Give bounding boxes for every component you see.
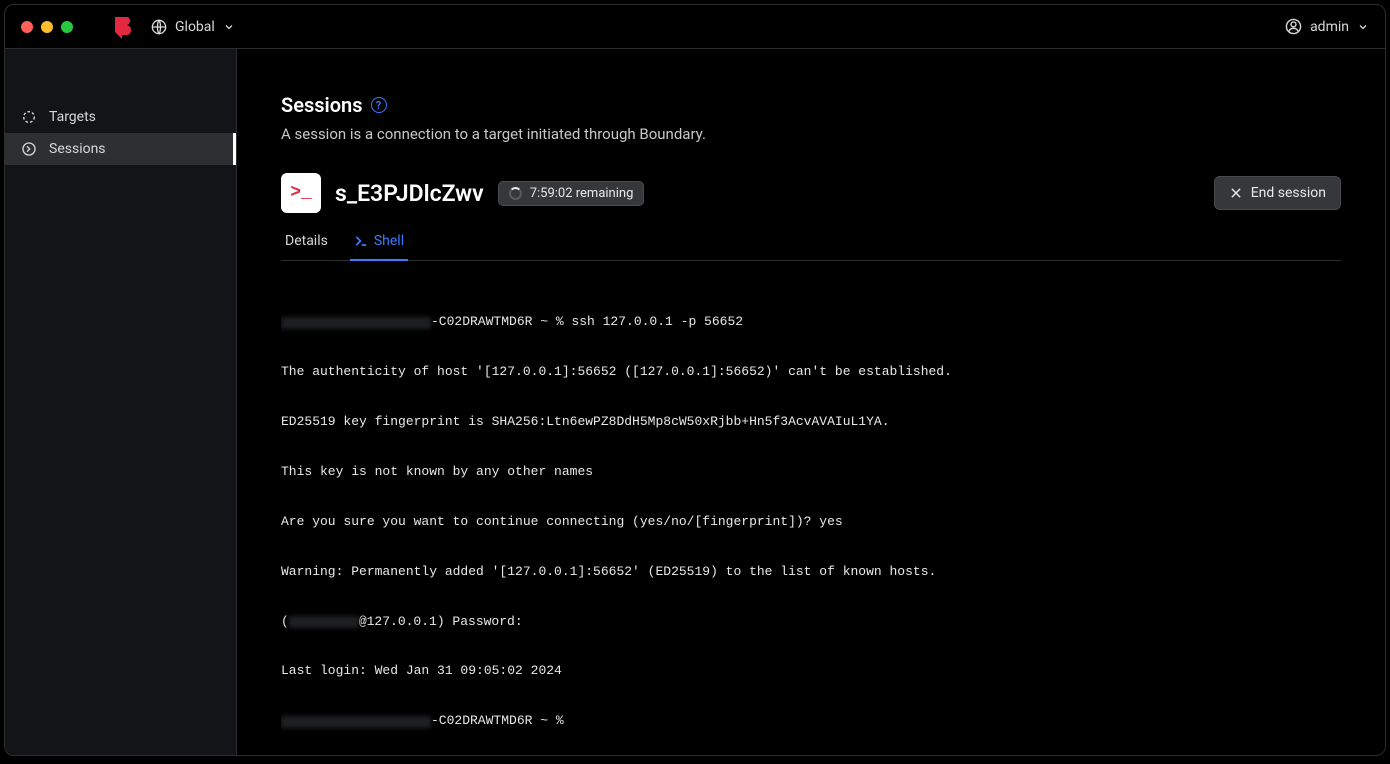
page-subtitle: A session is a connection to a target in… — [281, 125, 1341, 143]
sidebar-item-label: Targets — [49, 109, 96, 125]
terminal-line: -C02DRAWTMD6R ~ % — [281, 713, 1341, 730]
maximize-window-button[interactable] — [61, 21, 73, 33]
titlebar-left: Global — [21, 15, 235, 39]
scope-selector[interactable]: Global — [151, 19, 235, 35]
user-menu[interactable]: admin — [1285, 18, 1369, 35]
sidebar: Targets Sessions — [5, 49, 237, 755]
terminal-line: (@127.0.0.1) Password: — [281, 614, 1341, 631]
session-id: s_E3PJDlcZwv — [335, 180, 484, 207]
user-label: admin — [1310, 19, 1349, 35]
titlebar: Global admin — [5, 5, 1385, 49]
app-body: Targets Sessions Sessions ? A session is… — [5, 49, 1385, 755]
tab-label: Shell — [374, 233, 404, 249]
terminal-line: Are you sure you want to continue connec… — [281, 514, 1341, 531]
user-icon — [1285, 18, 1302, 35]
boundary-logo — [113, 15, 133, 39]
spinner-icon — [509, 187, 522, 200]
session-header: >_ s_E3PJDlcZwv 7:59:02 remaining End se… — [281, 173, 1341, 213]
redacted-text — [281, 317, 431, 329]
terminal-line: -C02DRAWTMD6R ~ % ssh 127.0.0.1 -p 56652 — [281, 314, 1341, 331]
redacted-text — [281, 716, 431, 728]
session-header-left: >_ s_E3PJDlcZwv 7:59:02 remaining — [281, 173, 644, 213]
tab-details[interactable]: Details — [281, 227, 332, 261]
scope-label: Global — [175, 19, 215, 35]
page-title-row: Sessions ? — [281, 93, 1341, 117]
tab-shell[interactable]: Shell — [350, 227, 408, 261]
app-window: Global admin Targets — [4, 4, 1386, 756]
sidebar-item-sessions[interactable]: Sessions — [5, 133, 236, 165]
end-session-button[interactable]: End session — [1214, 176, 1341, 210]
chevron-down-icon — [1357, 21, 1369, 33]
crosshair-icon — [21, 109, 37, 125]
terminal-line: Warning: Permanently added '[127.0.0.1]:… — [281, 564, 1341, 581]
time-remaining-text: 7:59:02 remaining — [530, 186, 634, 201]
prompt-icon — [354, 234, 368, 248]
terminal-line: This key is not known by any other names — [281, 464, 1341, 481]
chevron-down-icon — [223, 21, 235, 33]
minimize-window-button[interactable] — [41, 21, 53, 33]
help-icon[interactable]: ? — [371, 97, 387, 113]
tab-label: Details — [285, 233, 328, 249]
time-remaining-badge: 7:59:02 remaining — [498, 181, 645, 206]
sidebar-item-targets[interactable]: Targets — [5, 101, 236, 133]
terminal-output[interactable]: -C02DRAWTMD6R ~ % ssh 127.0.0.1 -p 56652… — [281, 281, 1341, 755]
sidebar-item-label: Sessions — [49, 141, 106, 157]
terminal-line: The authenticity of host '[127.0.0.1]:56… — [281, 364, 1341, 381]
window-controls — [21, 21, 73, 33]
terminal-line: Last login: Wed Jan 31 09:05:02 2024 — [281, 663, 1341, 680]
close-window-button[interactable] — [21, 21, 33, 33]
main-content: Sessions ? A session is a connection to … — [237, 49, 1385, 755]
terminal-line: ED25519 key fingerprint is SHA256:Ltn6ew… — [281, 414, 1341, 431]
terminal-icon: >_ — [281, 173, 321, 213]
page-title: Sessions — [281, 93, 363, 117]
page-header: Sessions ? A session is a connection to … — [281, 93, 1341, 163]
close-icon — [1229, 186, 1243, 200]
enter-icon — [21, 141, 37, 157]
end-session-label: End session — [1251, 185, 1326, 201]
globe-icon — [151, 19, 167, 35]
session-tabs: Details Shell — [281, 227, 1341, 261]
redacted-text — [289, 616, 359, 628]
